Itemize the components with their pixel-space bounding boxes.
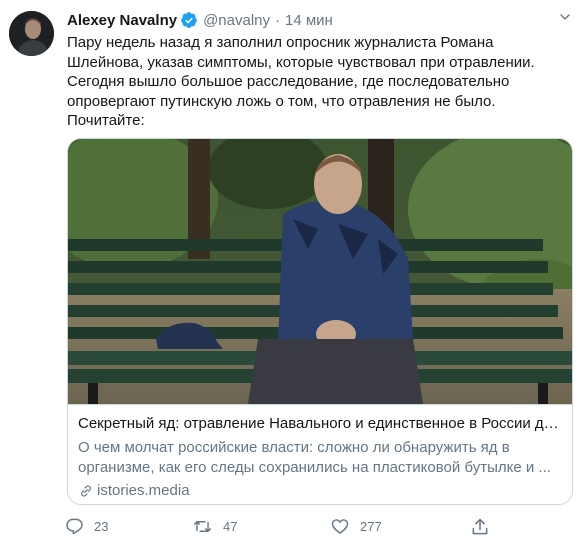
link-icon <box>81 484 91 497</box>
card-domain: istories.media <box>78 482 190 499</box>
link-card[interactable]: Секретный яд: отравление Навального и ед… <box>67 138 573 505</box>
like-button[interactable]: 277 <box>330 517 382 536</box>
card-body: Секретный яд: отравление Навального и ед… <box>68 404 572 504</box>
timestamp[interactable]: 14 мин <box>285 12 333 29</box>
card-description-line: О чем молчат российские власти: сложно л… <box>78 439 510 456</box>
tweet-text-line: опровергают путинскую ложь о том, что от… <box>67 92 496 110</box>
action-bar: 23 47 277 <box>60 517 500 541</box>
retweet-count: 47 <box>223 519 238 534</box>
like-count: 277 <box>360 519 382 534</box>
reply-button[interactable]: 23 <box>65 517 108 536</box>
chevron-down-icon[interactable] <box>557 9 573 25</box>
share-icon <box>472 518 488 535</box>
card-title: Секретный яд: отравление Навального и ед… <box>78 415 564 432</box>
retweet-button[interactable]: 47 <box>192 517 237 536</box>
verified-badge-icon <box>181 12 197 28</box>
author-handle[interactable]: @navalny <box>203 12 270 29</box>
separator: · <box>275 11 281 29</box>
card-description-line: организме, как его следы сохранились на … <box>78 458 551 476</box>
like-icon <box>331 519 349 534</box>
card-description: О чем молчат российские власти: сложно л… <box>78 438 564 477</box>
avatar[interactable] <box>9 11 54 56</box>
tweet-text-line: Почитайте: <box>67 112 145 129</box>
share-button[interactable] <box>470 517 500 537</box>
tweet-text-line: Пару недель назад я заполнил опросник жу… <box>67 34 494 51</box>
retweet-icon <box>193 521 212 532</box>
reply-icon <box>66 518 83 535</box>
tweet-header: Alexey Navalny @navalny · 14 мин <box>67 10 333 30</box>
reply-count: 23 <box>94 519 109 534</box>
tweet-text: Пару недель назад я заполнил опросник жу… <box>67 33 567 131</box>
author-name[interactable]: Alexey Navalny <box>67 12 177 29</box>
tweet-text-line: Сегодня вышло большое расследование, где… <box>67 73 510 90</box>
card-domain-text: istories.media <box>97 482 190 499</box>
card-image <box>68 139 572 404</box>
tweet-text-line: Шлейнова, указав симптомы, которые чувст… <box>67 53 535 71</box>
avatar-image <box>9 11 54 56</box>
